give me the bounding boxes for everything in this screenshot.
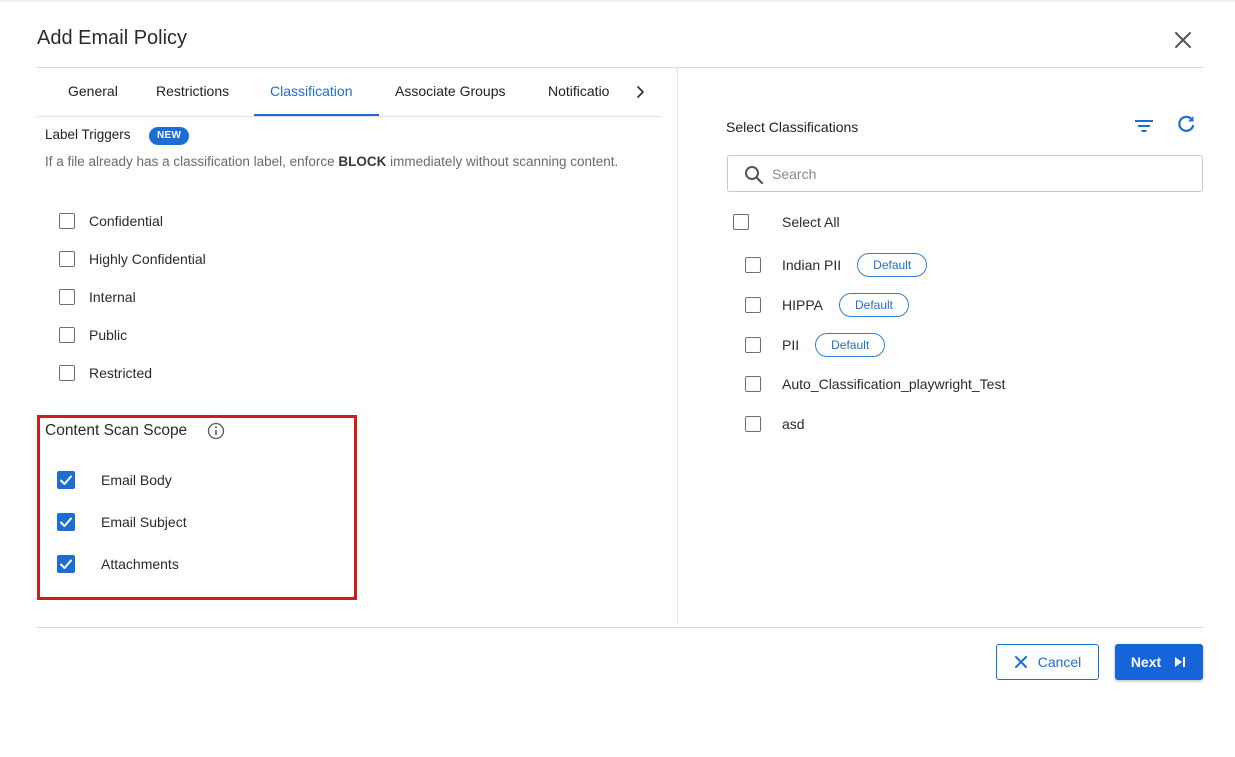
checkbox-label: Internal bbox=[89, 289, 136, 305]
checkbox[interactable] bbox=[745, 257, 761, 273]
checkbox-label: Public bbox=[89, 327, 128, 343]
check-icon bbox=[60, 559, 72, 569]
default-badge: Default bbox=[815, 333, 886, 357]
default-badge: Default bbox=[838, 293, 910, 317]
content-scan-scope-heading: Content Scan Scope bbox=[45, 422, 188, 439]
refresh-icon[interactable] bbox=[1175, 113, 1197, 135]
check-icon bbox=[60, 517, 72, 527]
check-icon bbox=[60, 475, 72, 485]
checkbox-label: Select All bbox=[782, 214, 840, 230]
search-input[interactable] bbox=[772, 162, 1192, 186]
trigger-option-confidential[interactable]: Confidential bbox=[59, 210, 163, 232]
close-icon[interactable] bbox=[1170, 27, 1196, 53]
checkbox-label: Email Subject bbox=[101, 514, 187, 530]
tab-notifications[interactable]: Notificatio bbox=[548, 68, 622, 116]
trigger-option-public[interactable]: Public bbox=[59, 324, 127, 346]
filter-icon[interactable] bbox=[1133, 115, 1155, 137]
select-all-option[interactable]: Select All bbox=[733, 211, 840, 233]
skip-next-icon bbox=[1175, 657, 1186, 667]
next-button-label: Next bbox=[1130, 654, 1162, 670]
active-tab-indicator bbox=[254, 114, 379, 116]
checkbox-checked[interactable] bbox=[57, 555, 75, 573]
trigger-option-highly-confidential[interactable]: Highly Confidential bbox=[59, 248, 206, 270]
checkbox[interactable] bbox=[745, 416, 761, 432]
default-badge: Default bbox=[857, 253, 928, 277]
checkbox[interactable] bbox=[59, 251, 75, 267]
classification-label: PII bbox=[782, 337, 800, 353]
checkbox[interactable] bbox=[745, 297, 761, 313]
add-email-policy-dialog: Add Email Policy General Restrictions Cl… bbox=[0, 0, 1235, 757]
trigger-option-restricted[interactable]: Restricted bbox=[59, 362, 152, 384]
cancel-button-label: Cancel bbox=[1037, 654, 1082, 670]
new-badge: NEW bbox=[149, 127, 190, 145]
tab-general[interactable]: General bbox=[68, 68, 118, 116]
tab-bar: General Restrictions Classification Asso… bbox=[37, 68, 661, 117]
scope-option-attachments[interactable]: Attachments bbox=[57, 553, 179, 575]
classification-item[interactable]: Auto_Classification_playwright_Test bbox=[745, 373, 1005, 395]
checkbox[interactable] bbox=[59, 327, 75, 343]
tab-restrictions[interactable]: Restrictions bbox=[156, 68, 229, 116]
classification-item[interactable]: HIPPA Default bbox=[745, 293, 910, 317]
checkbox[interactable] bbox=[59, 289, 75, 305]
classification-label: asd bbox=[782, 416, 805, 432]
scope-option-email-body[interactable]: Email Body bbox=[57, 469, 172, 491]
classification-label: Auto_Classification_playwright_Test bbox=[782, 376, 1006, 392]
cancel-button[interactable]: Cancel bbox=[996, 644, 1099, 680]
info-icon[interactable] bbox=[207, 422, 225, 440]
panel-divider bbox=[677, 68, 678, 624]
classification-item[interactable]: Indian PII Default bbox=[745, 253, 928, 277]
select-classifications-heading: Select Classifications bbox=[726, 119, 859, 135]
search-box bbox=[727, 155, 1203, 192]
next-button[interactable]: Next bbox=[1115, 644, 1203, 680]
search-icon bbox=[744, 165, 764, 185]
checkbox[interactable] bbox=[733, 214, 749, 230]
footer-divider bbox=[37, 627, 1203, 628]
dialog-title: Add Email Policy bbox=[37, 27, 188, 49]
checkbox[interactable] bbox=[59, 213, 75, 229]
scope-option-email-subject[interactable]: Email Subject bbox=[57, 511, 187, 533]
classification-item[interactable]: asd bbox=[745, 413, 805, 435]
classification-label: Indian PII bbox=[782, 257, 842, 273]
checkbox[interactable] bbox=[59, 365, 75, 381]
checkbox[interactable] bbox=[745, 376, 761, 392]
trigger-option-internal[interactable]: Internal bbox=[59, 286, 136, 308]
label-triggers-description: If a file already has a classification l… bbox=[45, 154, 619, 169]
tab-associate-groups[interactable]: Associate Groups bbox=[395, 68, 506, 116]
chevron-right-icon[interactable] bbox=[633, 82, 649, 102]
classification-item[interactable]: PII Default bbox=[745, 333, 886, 357]
checkbox-label: Attachments bbox=[101, 556, 179, 572]
checkbox-label: Restricted bbox=[89, 365, 153, 381]
checkbox-checked[interactable] bbox=[57, 513, 75, 531]
classification-label: HIPPA bbox=[782, 297, 823, 313]
checkbox-checked[interactable] bbox=[57, 471, 75, 489]
checkbox[interactable] bbox=[745, 337, 761, 353]
checkbox-label: Confidential bbox=[89, 213, 163, 229]
label-triggers-heading: Label Triggers bbox=[45, 127, 131, 142]
checkbox-label: Highly Confidential bbox=[89, 251, 206, 267]
close-icon bbox=[1014, 656, 1027, 668]
tab-classification[interactable]: Classification bbox=[270, 68, 352, 116]
checkbox-label: Email Body bbox=[101, 472, 172, 488]
